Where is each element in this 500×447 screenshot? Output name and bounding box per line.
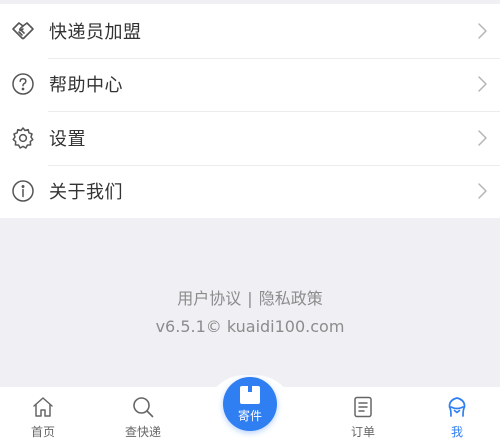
chevron-right-icon bbox=[476, 22, 488, 40]
help-icon bbox=[11, 72, 35, 96]
tab-label: 首页 bbox=[30, 425, 55, 439]
send-label: 寄件 bbox=[237, 408, 262, 423]
menu-item-label: 快递员加盟 bbox=[49, 21, 142, 43]
home-icon bbox=[31, 395, 55, 419]
settings-menu: 快递员加盟 帮助中心 设置 关于我们 bbox=[0, 4, 500, 218]
footer-links: 用户协议 | 隐私政策 bbox=[0, 285, 500, 309]
chevron-right-icon bbox=[476, 182, 488, 200]
handshake-icon bbox=[11, 19, 35, 43]
send-package-button[interactable]: 寄件 bbox=[223, 377, 277, 431]
menu-item-help-center[interactable]: 帮助中心 bbox=[0, 57, 500, 112]
package-icon bbox=[239, 385, 261, 405]
gear-icon bbox=[11, 126, 35, 150]
search-icon bbox=[131, 395, 155, 419]
menu-item-label: 关于我们 bbox=[49, 182, 123, 204]
tab-track-package[interactable]: 查快递 bbox=[108, 387, 178, 443]
menu-item-label: 帮助中心 bbox=[49, 75, 123, 97]
tab-label: 查快递 bbox=[124, 425, 161, 439]
tab-orders[interactable]: 订单 bbox=[328, 387, 398, 443]
profile-icon bbox=[445, 395, 469, 419]
tab-me[interactable]: 我 bbox=[422, 387, 492, 443]
user-agreement-link[interactable]: 用户协议 bbox=[177, 285, 241, 309]
privacy-policy-link[interactable]: 隐私政策 bbox=[259, 285, 323, 309]
version-text: v6.5.1© kuaidi100.com bbox=[155, 317, 345, 336]
tab-home[interactable]: 首页 bbox=[8, 387, 78, 443]
menu-item-settings[interactable]: 设置 bbox=[0, 111, 500, 165]
footer-separator: | bbox=[247, 289, 253, 308]
menu-item-label: 设置 bbox=[49, 128, 86, 150]
tab-label: 我 bbox=[450, 425, 463, 439]
menu-item-about-us[interactable]: 关于我们 bbox=[0, 164, 500, 219]
orders-icon bbox=[351, 395, 375, 419]
chevron-right-icon bbox=[476, 75, 488, 93]
info-icon bbox=[11, 179, 35, 203]
tab-label: 订单 bbox=[350, 425, 375, 439]
menu-item-courier-join[interactable]: 快递员加盟 bbox=[0, 4, 500, 58]
chevron-right-icon bbox=[476, 129, 488, 147]
